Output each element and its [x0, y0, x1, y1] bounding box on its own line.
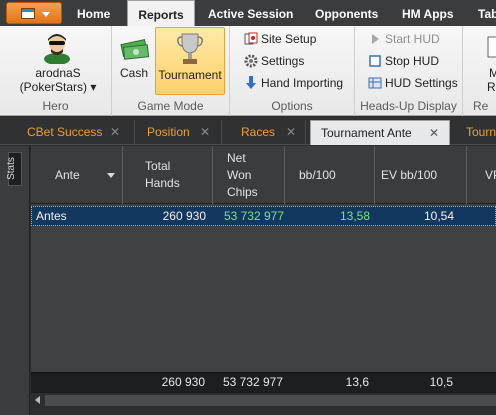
scrollbar-thumb[interactable]: [45, 395, 496, 406]
column-header-total-hands[interactable]: Total Hands: [123, 146, 213, 204]
grid-footer: [31, 407, 496, 415]
play-icon: [372, 34, 379, 44]
column-header-vpip-label: VP: [485, 167, 496, 182]
cell-net-won-chips: 53 732 977: [223, 209, 284, 223]
tab-tournament-ante[interactable]: Tournament Ante ✕: [310, 120, 450, 145]
application-menu-button[interactable]: [6, 2, 62, 24]
chevron-down-icon: [42, 12, 50, 17]
column-header-bb100-label: bb/100: [299, 167, 336, 182]
tab-races-label: Races: [241, 125, 276, 139]
menu-tab-home[interactable]: Home: [77, 0, 110, 26]
hud-grid-icon: [368, 77, 382, 89]
hud-group-label: Heads-Up Display: [360, 99, 457, 113]
close-icon[interactable]: ✕: [286, 120, 296, 145]
hero-site: (PokerStars) ▾: [19, 80, 97, 94]
column-header-ev-bb100-label: EV bb/100: [381, 167, 438, 182]
cards-icon: [244, 32, 258, 45]
cell-ante: Antes: [36, 209, 67, 223]
hero-group-label: Hero: [42, 99, 69, 113]
ribbon: arodnaS (PokerStars) ▾ Hero Cash Tournam…: [0, 26, 496, 116]
stats-tab-label: Stats: [5, 157, 17, 180]
reports-more-group: M Rep Re: [463, 26, 496, 116]
stats-side-panel: Stats: [0, 146, 30, 415]
menu-tab-active-session[interactable]: Active Session: [208, 0, 293, 26]
stop-hud-label: Stop HUD: [385, 54, 440, 68]
close-icon[interactable]: ✕: [110, 120, 120, 145]
table-row[interactable]: Antes 260 930 53 732 977 13,58 10,54: [31, 206, 496, 226]
totals-row: 260 930 53 732 977 13,6 10,5: [31, 372, 496, 392]
scroll-left-arrow-icon[interactable]: [35, 396, 40, 404]
hud-settings-label: HUD Settings: [385, 76, 458, 90]
tab-position[interactable]: Position ✕: [137, 120, 222, 145]
trophy-icon: [177, 33, 203, 64]
player-avatar-icon: [44, 34, 70, 64]
stop-icon: [369, 55, 381, 67]
reports-more-line1: M: [489, 66, 496, 80]
game-mode-group-label: Game Mode: [137, 99, 204, 113]
tournament-label: Tournament: [158, 68, 222, 82]
dropdown-caret-icon[interactable]: [107, 173, 115, 178]
stats-tab[interactable]: Stats: [5, 152, 22, 186]
cell-total-hands: 260 930: [162, 209, 206, 223]
hand-importing-label: Hand Importing: [261, 76, 344, 90]
import-arrow-icon: [246, 76, 256, 89]
hud-group: Start HUD Stop HUD HUD Settings Heads-Up…: [355, 26, 463, 116]
grid-header: Ante Total Hands Net Won Chips bb/100 EV…: [31, 146, 496, 204]
tournament-button[interactable]: Tournament: [155, 27, 225, 95]
bb100-sum: 13,6: [345, 375, 369, 389]
options-group-label: Options: [271, 99, 313, 113]
game-mode-group: Cash Tournament Game Mode: [112, 26, 230, 116]
tab-tourn-partial-label: Tourn: [466, 125, 496, 139]
hero-name: arodnaS: [35, 66, 81, 80]
ev-bb100-sum: 10,5: [429, 375, 453, 389]
cash-button[interactable]: Cash: [116, 30, 152, 92]
close-icon[interactable]: ✕: [429, 121, 439, 146]
cell-ev-bb100: 10,54: [423, 209, 454, 223]
column-header-net-won-chips[interactable]: Net Won Chips: [213, 146, 285, 204]
tab-races[interactable]: Races ✕: [231, 120, 306, 145]
start-hud-label: Start HUD: [385, 32, 440, 46]
hero-group: arodnaS (PokerStars) ▾ Hero: [0, 26, 112, 116]
tab-tournament-ante-label: Tournament Ante: [321, 126, 412, 140]
menu-tab-more[interactable]: Tab: [478, 0, 496, 26]
report-grid: Ante Total Hands Net Won Chips bb/100 EV…: [31, 146, 496, 415]
cash-icon: [120, 39, 150, 60]
total-hands-sum: 260 930: [161, 375, 205, 389]
menu-bar: Home Reports Active Session Opponents HM…: [0, 0, 496, 26]
column-header-total-hands-label: Total Hands: [145, 159, 180, 190]
close-icon[interactable]: ✕: [200, 120, 210, 145]
report-tab-strip: CBet Success ✕ Position ✕ Races ✕ Tourna…: [0, 117, 496, 145]
hero-selector[interactable]: arodnaS (PokerStars) ▾: [8, 28, 108, 94]
site-setup-label: Site Setup: [261, 32, 317, 46]
window-icon: [21, 8, 35, 19]
reports-more-line2: Rep: [487, 80, 496, 94]
net-won-chips-sum: 53 732 977: [222, 375, 283, 389]
menu-tab-reports[interactable]: Reports: [127, 0, 195, 26]
horizontal-scrollbar[interactable]: [31, 392, 496, 407]
tab-cbet-success-label: CBet Success: [27, 125, 103, 139]
tab-position-label: Position: [147, 125, 190, 139]
settings-label: Settings: [261, 54, 305, 68]
tab-cbet-success[interactable]: CBet Success ✕: [17, 120, 135, 145]
cell-bb100: 13,58: [339, 209, 370, 223]
column-header-bb100[interactable]: bb/100: [285, 146, 375, 204]
tab-tourn-partial[interactable]: Tourn: [456, 120, 496, 145]
menu-tab-opponents[interactable]: Opponents: [315, 0, 378, 26]
reports-more-group-label: Re: [473, 99, 489, 113]
menu-tab-hm-apps[interactable]: HM Apps: [402, 0, 454, 26]
column-header-vpip[interactable]: VP: [467, 146, 496, 204]
column-header-ante[interactable]: Ante: [31, 146, 123, 204]
reports-more-button[interactable]: M Rep: [467, 30, 496, 94]
options-group: Site Setup Settings Hand Importing Optio…: [230, 26, 355, 116]
cash-label: Cash: [119, 66, 148, 80]
column-header-ev-bb100[interactable]: EV bb/100: [375, 146, 467, 204]
report-document-icon: [487, 36, 496, 58]
gear-icon: [244, 54, 258, 68]
column-header-net-won-chips-label: Net Won Chips: [227, 150, 258, 199]
